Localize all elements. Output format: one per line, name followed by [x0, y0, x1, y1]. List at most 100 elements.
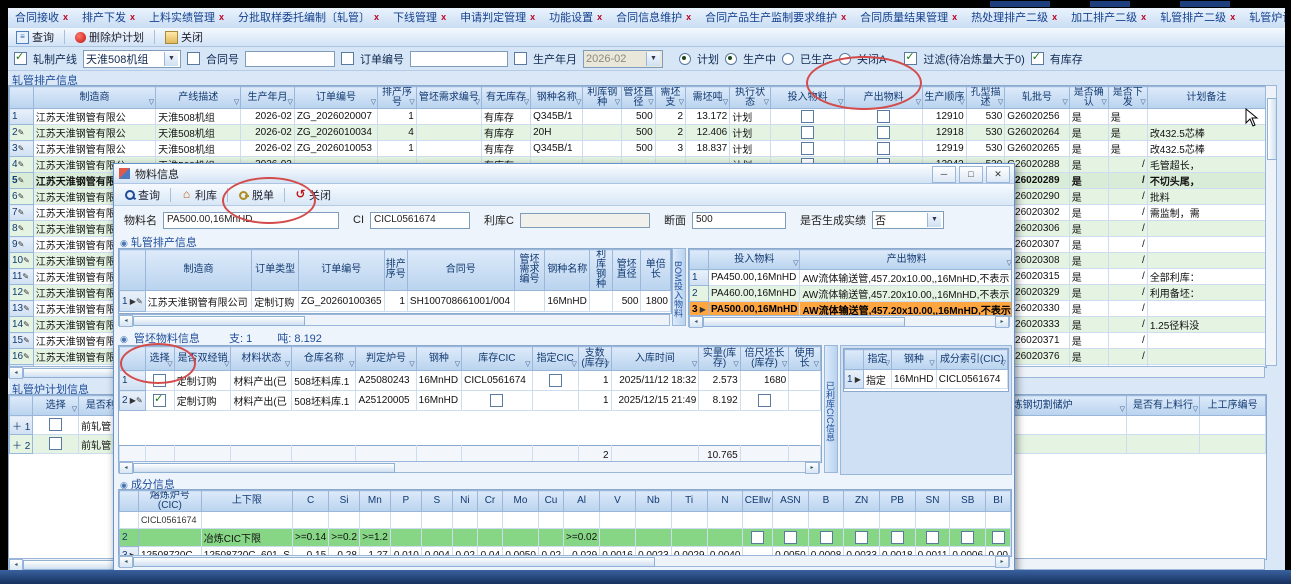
filter-funnel-icon[interactable]: ▽ [814, 360, 819, 370]
filter-funnel-icon[interactable]: ▽ [929, 359, 934, 369]
column-header[interactable]: 利库钢种 [590, 250, 613, 291]
dialog-schedule-grid[interactable]: 制造商订单类型订单编号排产序号合同号管坯需求编号钢种名称利库钢种管坯直径单倍长1… [118, 248, 672, 314]
row-checkbox[interactable] [784, 531, 797, 544]
row-checkbox[interactable] [801, 110, 814, 123]
unbind-button[interactable]: 脱单 [234, 187, 278, 203]
row-index-cell[interactable]: 8✎ [10, 221, 34, 237]
billet-material-grid[interactable]: 选择▽是否双经销▽材料状态▽仓库名称▽判定炉号▽钢种▽库存CIC▽指定CIC▽支… [118, 345, 822, 463]
column-header[interactable]: 产出物料▽ [845, 87, 923, 109]
table-row[interactable]: 1定制订购材料产出(已508坯料库.1A2508024316MnHDCICL05… [120, 371, 821, 391]
filter-funnel-icon[interactable]: ▽ [916, 98, 921, 108]
checkbox-cell[interactable] [845, 125, 923, 141]
filter-smelt-checkbox[interactable] [904, 52, 917, 65]
maximize-button[interactable]: □ [959, 166, 983, 183]
row-index-cell[interactable]: 1 [10, 109, 34, 125]
table-row[interactable]: CICL0561674 [120, 512, 1011, 529]
column-header[interactable]: 判定炉号▽ [356, 347, 416, 371]
row-checkbox[interactable] [820, 531, 833, 544]
row-index-cell[interactable]: 5✎ [10, 173, 34, 189]
filter-funnel-icon[interactable]: ▽ [409, 360, 414, 370]
row-index-header[interactable] [120, 491, 139, 512]
delete-plan-button[interactable]: 删除炉计划 [71, 29, 148, 45]
column-header[interactable]: 制造商 [145, 250, 252, 291]
tab-功能设置[interactable]: 功能设置x [542, 8, 609, 28]
row-index-cell[interactable]: 2 ▶✎ [120, 391, 146, 411]
table-row[interactable]: 1PA450.00,16MnHDAW流体输送管,457.20x10.00,,16… [690, 270, 1013, 286]
column-header[interactable]: 库存CIC▽ [462, 347, 532, 371]
checkbox-cell[interactable] [33, 416, 79, 435]
checkbox-cell[interactable] [845, 109, 923, 125]
checkbox-cell[interactable] [770, 125, 844, 141]
checkbox-cell[interactable] [950, 529, 986, 547]
row-index-header[interactable] [120, 250, 146, 291]
tab-轧管排产二级[interactable]: 轧管排产二级x [1153, 8, 1242, 28]
table-row[interactable]: 2冶炼CIC下限>=0.14>=0.2>=1.2>=0.02 [120, 529, 1011, 547]
close-tab-icon[interactable]: x [597, 12, 602, 22]
composition-grid[interactable]: 熔炼炉号(CIC)上下限CSiMnPSNiCrMoCuAlVNbTiNCEⅡwA… [118, 489, 1012, 557]
bom-scrollbar[interactable]: ◂▸ [688, 315, 1010, 327]
column-header[interactable]: 投入物料▽ [770, 87, 844, 109]
row-checkbox[interactable] [49, 418, 62, 431]
table-row[interactable]: 2✎江苏天淮钢管有限公天淮508机组2026-02ZG_20260100344有… [10, 125, 1266, 141]
column-header[interactable]: 指定▽ [863, 350, 891, 370]
plan-radio[interactable] [679, 53, 691, 65]
column-header[interactable]: Mo [503, 491, 539, 512]
close-tab-icon[interactable]: x [686, 12, 691, 22]
order-input[interactable] [410, 51, 508, 67]
column-header[interactable]: 成分索引(CIC)▽ [936, 350, 1007, 370]
checkbox-cell[interactable] [462, 391, 532, 411]
column-header[interactable]: 利库钢种▽ [583, 87, 622, 109]
filter-funnel-icon[interactable]: ▽ [285, 360, 290, 370]
row-index-cell[interactable]: 1 [690, 270, 709, 286]
bom-input-strip[interactable]: BOM投入物料 [672, 248, 686, 326]
row-checkbox[interactable] [549, 374, 562, 387]
row-checkbox[interactable] [801, 126, 814, 139]
column-header[interactable]: 管坯需求编号▽ [416, 87, 481, 109]
line-checkbox[interactable] [14, 52, 27, 65]
column-header[interactable]: 需坯吨▽ [686, 87, 730, 109]
row-index-cell[interactable]: 1 ▶✎ [120, 291, 146, 312]
bom-material-grid[interactable]: 投入物料▽产出物料▽轧管规格▽1PA450.00,16MnHDAW流体输送管,4… [688, 248, 1012, 317]
row-checkbox[interactable] [153, 374, 166, 387]
row-index-cell[interactable]: 2✎ [10, 125, 34, 141]
row-index-cell[interactable]: 3✎ [10, 141, 34, 157]
column-header[interactable]: 产出物料▽ [800, 250, 1012, 270]
filter-funnel-icon[interactable]: ▽ [287, 98, 292, 108]
row-checkbox[interactable] [992, 531, 1005, 544]
collapse-icon[interactable]: ◉ [120, 238, 128, 248]
close-tab-icon[interactable]: x [441, 12, 446, 22]
contract-checkbox[interactable] [187, 52, 200, 65]
row-index-cell[interactable]: 7✎ [10, 205, 34, 221]
column-header[interactable]: 仓库名称▽ [292, 347, 356, 371]
column-header[interactable]: 订单编号 [298, 250, 384, 291]
filter-funnel-icon[interactable]: ▽ [959, 98, 964, 108]
column-header[interactable]: 执行状态▽ [730, 87, 771, 109]
column-header[interactable]: ZN [844, 491, 880, 512]
filter-funnel-icon[interactable]: ▽ [1006, 259, 1011, 269]
column-header[interactable]: 使用长▽ [789, 347, 821, 371]
column-header[interactable]: 排产序号▽ [378, 87, 417, 109]
filter-funnel-icon[interactable]: ▽ [604, 360, 609, 370]
column-header[interactable]: 是否双经销▽ [174, 347, 231, 371]
query-button[interactable]: ≡查询 [12, 29, 58, 45]
row-checkbox[interactable] [926, 531, 939, 544]
row-checkbox[interactable] [758, 394, 771, 407]
column-header[interactable]: 倍尺坯长(库存)▽ [740, 347, 789, 371]
order-checkbox[interactable] [341, 52, 354, 65]
row-index-header[interactable] [845, 350, 864, 370]
use-stock-button[interactable]: ⌂利库 [177, 187, 221, 203]
closed-radio[interactable] [839, 53, 851, 65]
filter-funnel-icon[interactable]: ▽ [72, 405, 77, 415]
close-tab-icon[interactable]: x [841, 12, 846, 22]
line-select[interactable]: 天淮508机组▼ [83, 50, 181, 68]
tab-合同产品生产监制要求维护[interactable]: 合同产品生产监制要求维护x [698, 8, 853, 28]
stock-checkbox[interactable] [1031, 52, 1044, 65]
table-row[interactable]: 2PA460.00,16MnHDAW流体输送管,457.20x10.00,,16… [690, 286, 1013, 302]
column-header[interactable]: 是否下发▽ [1108, 87, 1147, 109]
filter-funnel-icon[interactable]: ▽ [525, 360, 530, 370]
checkbox-cell[interactable] [773, 529, 809, 547]
checkbox-cell[interactable] [145, 391, 174, 411]
column-header[interactable]: 指定CIC▽ [532, 347, 578, 371]
column-header[interactable]: 管坯直径▽ [622, 87, 656, 109]
row-checkbox[interactable] [490, 394, 503, 407]
